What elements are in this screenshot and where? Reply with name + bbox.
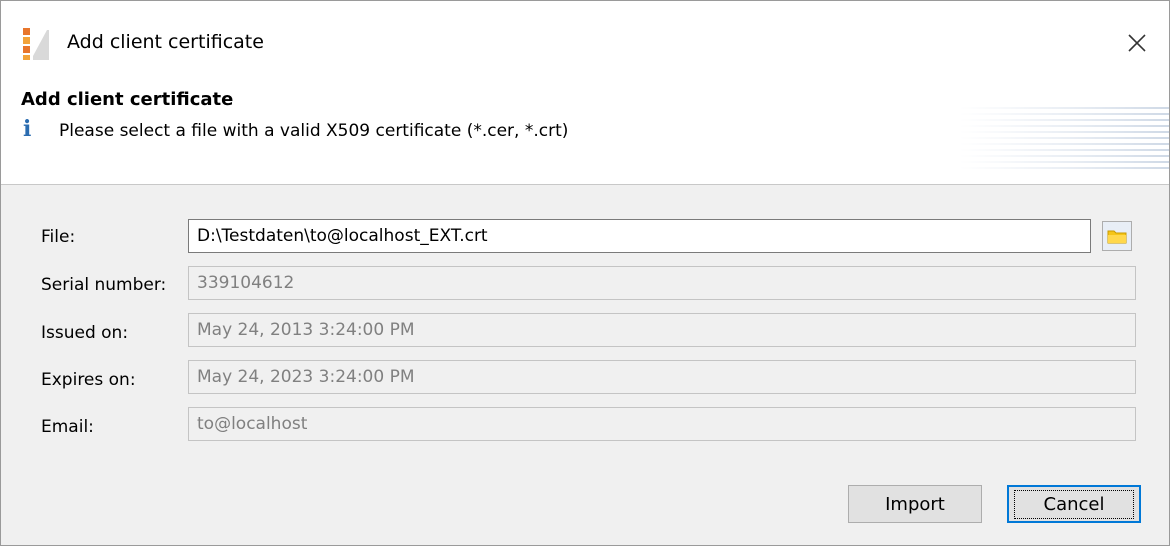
cancel-button[interactable]: Cancel: [1007, 485, 1141, 523]
expires-on-field: May 24, 2023 3:24:00 PM: [188, 360, 1136, 394]
email-label: Email:: [41, 417, 94, 437]
file-label: File:: [41, 227, 76, 247]
issued-on-field: May 24, 2013 3:24:00 PM: [188, 313, 1136, 347]
import-button[interactable]: Import: [848, 485, 982, 523]
serial-number-label: Serial number:: [41, 275, 167, 295]
cancel-button-label: Cancel: [1013, 489, 1135, 519]
import-button-label: Import: [885, 493, 945, 515]
browse-button[interactable]: [1102, 221, 1132, 251]
header-banner: Add client certificate i Please select a…: [1, 75, 1169, 185]
close-icon: [1128, 34, 1146, 52]
close-button[interactable]: [1115, 23, 1159, 63]
banner-decoration: [959, 107, 1169, 169]
title-bar[interactable]: Add client certificate: [1, 1, 1169, 75]
info-icon: i: [23, 116, 32, 142]
dialog-window: Add client certificate Add client certif…: [0, 0, 1170, 546]
expires-on-label: Expires on:: [41, 370, 136, 390]
header-message: Please select a file with a valid X509 c…: [59, 121, 569, 141]
folder-icon: [1107, 230, 1127, 244]
file-path-input[interactable]: D:\Testdaten\to@localhost_EXT.crt: [188, 219, 1091, 253]
serial-number-field: 339104612: [188, 266, 1136, 300]
header-title: Add client certificate: [21, 89, 234, 110]
issued-on-label: Issued on:: [41, 323, 129, 343]
email-field: to@localhost: [188, 407, 1136, 441]
app-icon: [23, 28, 49, 60]
window-title: Add client certificate: [67, 31, 264, 53]
